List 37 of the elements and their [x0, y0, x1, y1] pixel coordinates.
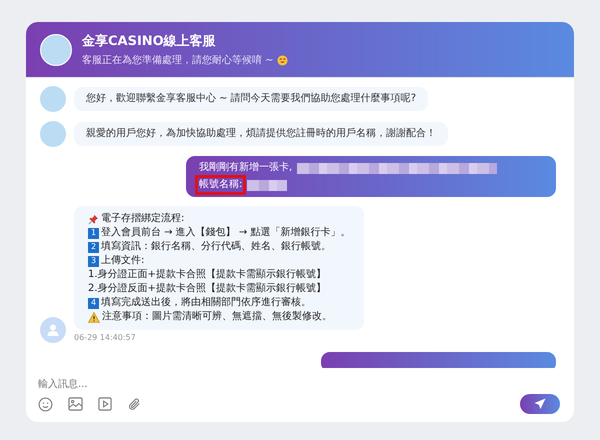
smiley-icon [38, 396, 53, 412]
message-input[interactable]: 輸入訊息... [38, 374, 560, 394]
message-text: 注意事項：圖片需清晰可辨、無遮擋、無後製修改。 [102, 311, 332, 323]
message-text: 1.身分證正面+提款卡合照【提款卡需顯示銀行帳號】 [88, 269, 326, 281]
avatar-photo [40, 34, 72, 66]
number-badge: 2 [88, 242, 99, 252]
smiley-icon [276, 54, 288, 66]
play-icon [98, 397, 112, 411]
message-text: 登入會員前台 → 進入【錢包】 → 點選「新增銀行卡」。 [101, 227, 350, 239]
message-text: 2.身分證反面+提款卡合照【提款卡需顯示銀行帳號】 [88, 283, 326, 295]
avatar-photo [40, 121, 66, 147]
person-icon [46, 323, 60, 337]
message-text: 電子存摺綁定流程: [101, 213, 184, 225]
image-icon [68, 397, 83, 411]
avatar-photo [40, 86, 66, 112]
status-text: 客服正在為您準備處理，請您耐心等候唷 ~ [82, 54, 274, 67]
number-badge: 1 [88, 228, 99, 238]
number-badge: 4 [88, 298, 99, 308]
image-button[interactable] [68, 397, 83, 411]
chat-title: 金享CASINO線上客服 [82, 32, 217, 50]
message-text: 我剛剛有新增一張卡, [198, 161, 294, 175]
send-button[interactable] [520, 394, 560, 414]
number-badge: 3 [88, 256, 99, 266]
video-button[interactable] [98, 397, 112, 411]
paperclip-icon [127, 396, 142, 412]
attach-button[interactable] [127, 396, 142, 412]
emoji-button[interactable] [38, 396, 53, 412]
send-icon [534, 398, 546, 410]
warning-icon [88, 312, 100, 322]
message-text: 上傳文件: [101, 255, 144, 267]
message-text: 填寫完成送出後，將由相關部門依序進行審核。 [101, 297, 311, 309]
message-bubble: 親愛的用戶您好，為加快協助處理，煩請提供您註冊時的用戶名稱，謝謝配合！ [74, 122, 448, 146]
message-bubble: 您好，歡迎聯繫金享客服中心 ~ 請問今天需要我們協助您處理什麼事項呢? [74, 87, 428, 111]
pushpin-icon [88, 214, 99, 224]
timestamp: 06-29 14:40:57 [74, 333, 137, 343]
message-text: 填寫資訊：銀行名稱、分行代碼、姓名、銀行帳號。 [101, 241, 331, 253]
highlighted-text: 帳號名稱: [198, 178, 244, 192]
